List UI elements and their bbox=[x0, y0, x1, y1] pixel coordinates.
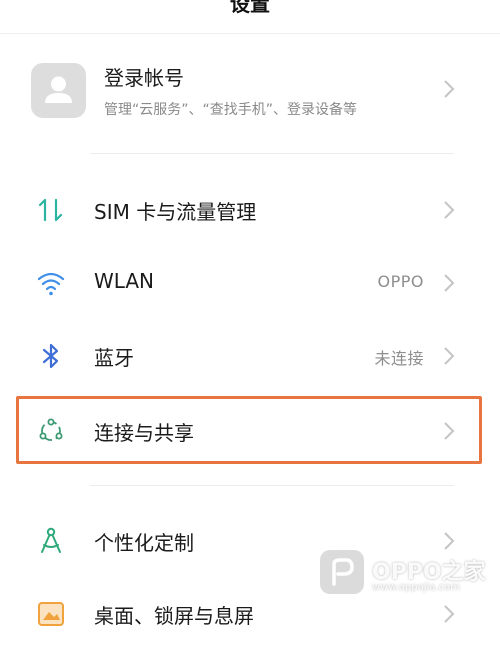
account-subtitle: 管理“云服务”、“查找手机”、登录设备等 bbox=[104, 102, 358, 118]
menu-item-wlan[interactable]: WLAN OPPO bbox=[0, 246, 500, 318]
section-divider bbox=[90, 153, 454, 154]
chevron-right-icon bbox=[444, 347, 455, 365]
account-title: 登录帐号 bbox=[104, 66, 184, 90]
chevron-right-icon bbox=[444, 274, 455, 292]
menu-item-bluetooth[interactable]: 蓝牙 未连接 bbox=[0, 319, 500, 391]
sim-data-icon bbox=[38, 198, 63, 222]
section-divider bbox=[90, 485, 454, 486]
menu-item-label: 桌面、锁屏与息屏 bbox=[94, 604, 254, 628]
menu-item-sim-data[interactable]: SIM 卡与流量管理 bbox=[0, 173, 500, 245]
bluetooth-icon bbox=[42, 343, 59, 369]
bluetooth-status: 未连接 bbox=[374, 349, 424, 368]
personalization-icon bbox=[41, 527, 61, 553]
menu-item-label: SIM 卡与流量管理 bbox=[94, 200, 257, 224]
oppo-home-logo bbox=[320, 550, 364, 594]
wlan-network-name: OPPO bbox=[377, 272, 424, 291]
menu-item-label: 个性化定制 bbox=[94, 531, 194, 555]
wifi-icon bbox=[37, 272, 65, 296]
page-title: 设置 bbox=[230, 0, 270, 16]
watermark-url: www.oppojia.com bbox=[372, 582, 460, 593]
chevron-right-icon bbox=[444, 80, 455, 98]
account-row[interactable]: 登录帐号 管理“云服务”、“查找手机”、登录设备等 bbox=[0, 35, 500, 150]
home-lock-screen-icon bbox=[38, 602, 64, 626]
chevron-right-icon bbox=[444, 201, 455, 219]
highlight-box bbox=[16, 396, 482, 464]
chevron-right-icon bbox=[444, 605, 455, 623]
header-divider bbox=[0, 33, 500, 34]
watermark: OPPO之家 www.oppojia.com bbox=[320, 550, 490, 602]
menu-item-label: 蓝牙 bbox=[94, 346, 134, 370]
menu-item-label: WLAN bbox=[94, 269, 155, 293]
person-icon bbox=[31, 63, 86, 118]
